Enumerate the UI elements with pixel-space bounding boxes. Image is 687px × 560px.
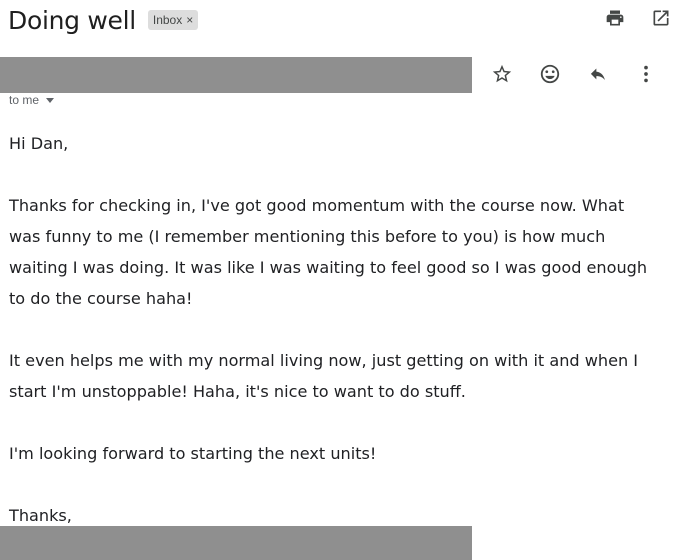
print-icon[interactable] [603, 6, 627, 30]
thread-actions [603, 6, 673, 30]
email-subject: Doing well [8, 5, 136, 35]
star-icon[interactable] [490, 62, 514, 86]
message-actions [490, 62, 658, 86]
paragraph-2: It even helps me with my normal living n… [9, 345, 677, 407]
paragraph-line: to do the course haha! [9, 289, 193, 308]
caret-down-icon [46, 98, 55, 103]
recipient-text: to me [9, 93, 40, 107]
signature-redaction [0, 526, 472, 560]
paragraph-line: start I'm unstoppable! Haha, it's nice t… [9, 382, 466, 401]
paragraph-line: waiting I was doing. It was like I was w… [9, 258, 648, 277]
inbox-label-chip: Inbox × [147, 10, 199, 30]
recipient-details-toggle[interactable]: to me [9, 93, 55, 107]
subject-row: Doing well Inbox × [8, 2, 199, 38]
paragraph-3: I'm looking forward to starting the next… [9, 444, 377, 463]
reply-icon[interactable] [586, 62, 610, 86]
greeting: Hi Dan, [9, 134, 69, 153]
label-text: Inbox [152, 13, 183, 27]
remove-label-button[interactable]: × [186, 13, 193, 27]
paragraph-1: Thanks for checking in, I've got good mo… [9, 190, 677, 314]
paragraph-line: It even helps me with my normal living n… [9, 351, 639, 370]
email-body: Hi Dan, Thanks for checking in, I've got… [9, 128, 677, 531]
emoji-reaction-icon[interactable] [538, 62, 562, 86]
paragraph-line: was funny to me (I remember mentioning t… [9, 227, 606, 246]
sender-redaction [0, 57, 472, 93]
more-options-icon[interactable] [634, 62, 658, 86]
paragraph-line: Thanks for checking in, I've got good mo… [9, 196, 625, 215]
open-in-new-window-icon[interactable] [649, 6, 673, 30]
